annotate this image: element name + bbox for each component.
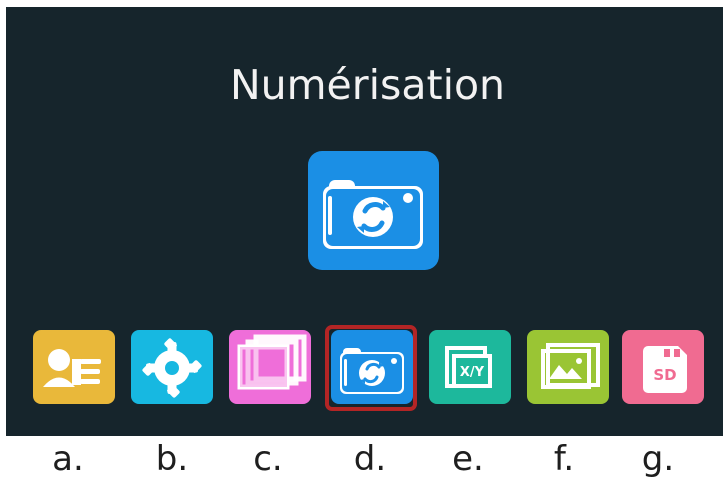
caption-g: g. xyxy=(641,439,675,479)
gallery-icon xyxy=(541,343,600,389)
scan-camera-icon xyxy=(340,348,404,394)
xy-menu-item[interactable]: X/Y xyxy=(429,330,511,404)
layers-menu-item[interactable] xyxy=(229,330,311,404)
scan-camera-icon xyxy=(308,151,439,270)
gear-icon xyxy=(142,338,202,398)
caption-a: a. xyxy=(52,439,84,479)
xy-label: X/Y xyxy=(460,365,485,380)
screen-title: Numérisation xyxy=(229,61,506,109)
caption-f: f. xyxy=(553,439,575,479)
sd-card-icon: SD xyxy=(643,346,687,393)
caption-d: d. xyxy=(353,439,387,479)
page: Numérisation X/Y SD a. b. c. d. e. f. g. xyxy=(0,0,723,483)
gallery-menu-item[interactable] xyxy=(527,330,609,404)
scan-menu-item[interactable] xyxy=(331,330,413,404)
contact-menu-item[interactable] xyxy=(33,330,115,404)
caption-e: e. xyxy=(452,439,484,479)
contact-card-icon xyxy=(43,349,101,387)
device-screen: Numérisation X/Y SD xyxy=(6,7,723,436)
caption-b: b. xyxy=(155,439,189,479)
sd-label: SD xyxy=(653,366,676,384)
xy-frame-icon: X/Y xyxy=(445,346,492,388)
settings-menu-item[interactable] xyxy=(131,330,213,404)
stacked-frames-icon xyxy=(237,334,307,390)
sd-menu-item[interactable]: SD xyxy=(622,330,704,404)
caption-c: c. xyxy=(253,439,283,479)
